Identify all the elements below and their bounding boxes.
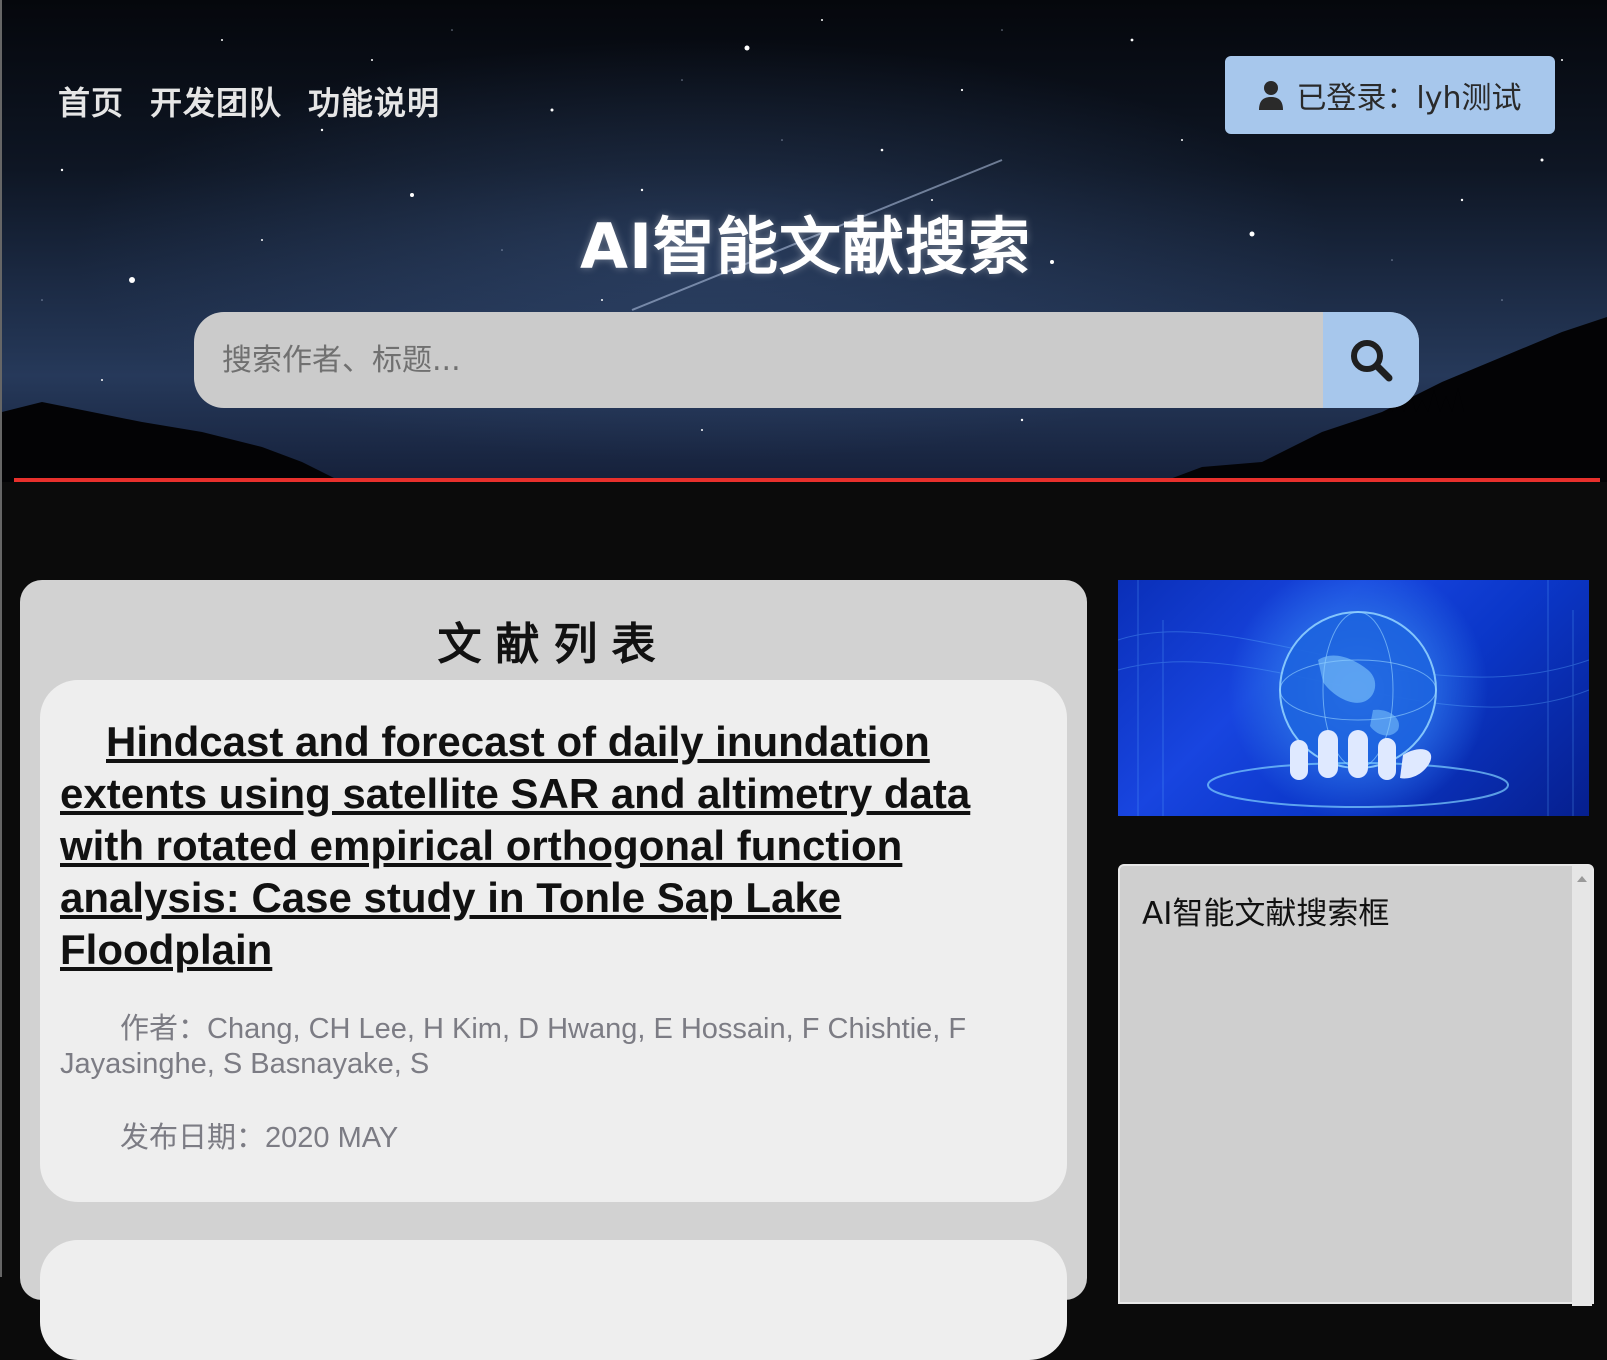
list-item [40, 1240, 1067, 1360]
ai-search-box[interactable]: AI智能文献搜索框 [1118, 864, 1594, 1306]
search-bar [194, 312, 1419, 408]
scroll-up-arrow-icon[interactable] [1577, 876, 1587, 882]
ai-box-label: AI智能文献搜索框 [1142, 896, 1390, 932]
hero-header: 首页 开发团队 功能说明 已登录：lyh测试 AI智能文献搜索 [2, 0, 1607, 482]
list-title: 文献列表 [437, 619, 670, 670]
site-title: AI智能文献搜索 [579, 210, 1032, 283]
top-nav: 首页 开发团队 功能说明 [58, 78, 440, 124]
nav-features[interactable]: 功能说明 [308, 78, 440, 124]
nav-team[interactable]: 开发团队 [150, 78, 282, 124]
search-icon [1351, 340, 1393, 382]
ai-globe-banner-image [1118, 580, 1589, 816]
paper-date: 发布日期：2020 MAY [120, 1122, 399, 1154]
header-divider [14, 478, 1600, 482]
nav-home[interactable]: 首页 [58, 78, 124, 124]
login-label: 已登录：lyh测试 [1296, 81, 1522, 116]
literature-list-panel: 文献列表 Hindcast and forecast of daily inun… [20, 580, 1087, 1360]
user-icon [1259, 81, 1284, 110]
globe-hand-illustration [1118, 580, 1589, 816]
search-input[interactable] [194, 312, 1322, 408]
logged-in-user-button[interactable]: 已登录：lyh测试 [1225, 56, 1555, 134]
scrollbar[interactable] [1572, 866, 1592, 1306]
search-button[interactable] [1323, 312, 1419, 408]
paper-authors: 作者：Chang, CH Lee, H Kim, D Hwang, E Hoss… [60, 1013, 967, 1080]
paper-title-link[interactable]: Hindcast and forecast of daily inundatio… [60, 716, 1047, 976]
list-item: Hindcast and forecast of daily inundatio… [40, 680, 1067, 1202]
